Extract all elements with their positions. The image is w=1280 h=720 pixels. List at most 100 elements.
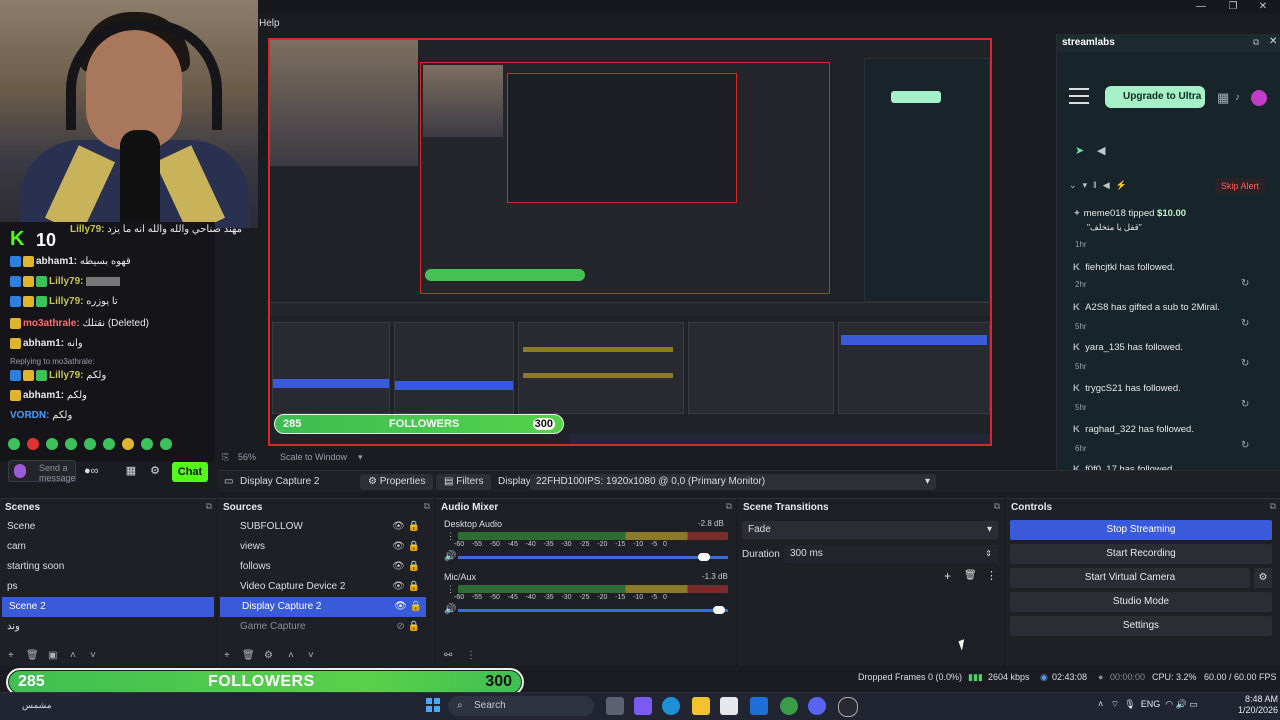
emote-row[interactable] [8,438,179,452]
source-item[interactable]: views 👁 🔒 [218,537,424,557]
filter-icon[interactable]: ▣ [48,650,57,661]
source-toolbar: ▭ Display Capture 2 ⚙ Properties ▤ Filte… [218,470,1280,492]
source-item-selected[interactable]: Display Capture 2 👁 🔒 [220,597,426,617]
chevron-down-icon: ▾ [986,524,992,535]
apps-grid-icon[interactable]: ▦ [1217,90,1229,106]
close-icon[interactable]: ✕ [1269,36,1277,47]
scene-item[interactable]: وند [0,617,212,637]
scene-item[interactable]: ps [0,577,212,597]
display-select[interactable]: 22FHD100IPS: 1920x1080 @ 0,0 (Primary Mo… [530,474,936,490]
battery-icon: ▭ [1189,699,1198,709]
menu-icon[interactable] [1069,88,1089,104]
volume-knob[interactable] [713,606,726,614]
emote-picker-icon[interactable] [14,464,26,478]
channel-menu-icon[interactable]: ⋮ [446,531,455,542]
close-icon[interactable]: ✕ [1248,0,1278,14]
volume-slider[interactable] [458,553,728,561]
menu-dots-icon[interactable]: ⋮ [986,569,997,582]
store-icon[interactable] [720,697,738,715]
trash-icon[interactable]: 🗑 [242,650,255,661]
outlook-icon[interactable] [750,697,768,715]
start-virtual-camera-button[interactable]: Start Virtual Camera [1010,568,1250,588]
windows-start-icon[interactable] [426,698,440,712]
popout-icon[interactable]: ⧉ [1253,37,1259,48]
scene-item[interactable]: starting soon [0,557,212,577]
source-item[interactable]: Game Capture ⊘ 🔒 [218,617,424,637]
scene-item[interactable]: cam [0,537,212,557]
users-icon[interactable]: ●∞ [84,464,99,478]
gear-icon[interactable]: ⚙ [148,464,162,478]
scene-item[interactable]: Scene [0,517,212,537]
replay-icon[interactable]: ↻ [1241,358,1249,369]
link-icon[interactable]: ⚯ [444,650,452,661]
scale-select[interactable]: Scale to Window [280,452,347,462]
zoom-icon[interactable]: ⎘ [222,452,229,463]
replay-icon[interactable]: ↻ [1241,440,1249,451]
add-icon[interactable]: + [944,569,951,583]
fps: 60.00 / 60.00 FPS [1204,672,1277,682]
chat-send-button[interactable]: Chat [172,462,208,482]
file-explorer-icon[interactable] [692,697,710,715]
system-tray[interactable]: ˄ ⌔ 🎙 ENG ◠ 🔊 ▭ [1098,699,1198,710]
obs-preview[interactable]: 285 FOLLOWERS 300 [268,38,992,446]
duration-input[interactable]: 300 ms ⇕ [784,545,998,563]
move-up-icon[interactable]: ˄ [288,650,294,661]
channel-menu-icon[interactable]: ⋮ [446,584,455,595]
speaker-icon[interactable]: 🔊 [444,551,456,562]
restore-icon[interactable]: ❐ [1218,0,1248,14]
trash-icon[interactable]: 🗑 [26,650,39,661]
weather-widget[interactable]: مشمس [22,700,52,711]
speaker-icon[interactable]: 🔊 [444,604,456,615]
dock-undock-icon[interactable]: ⧉ [1270,501,1276,512]
nested-taskbar [570,434,990,444]
move-down-icon[interactable]: ˅ [308,650,314,661]
edge-icon[interactable] [662,697,680,715]
chrome-icon[interactable] [780,697,798,715]
send-icon[interactable]: ➤ [1075,144,1084,157]
add-icon[interactable]: + [8,650,14,661]
transition-select[interactable]: Fade ▾ [742,521,998,539]
task-view-icon[interactable] [606,697,624,715]
scene-item-selected[interactable]: Scene 2 [2,597,214,617]
add-icon[interactable]: + [224,650,230,661]
replay-icon[interactable]: ↻ [1241,399,1249,410]
copilot-icon[interactable] [634,697,652,715]
chevron-down-icon[interactable]: ▾ [358,452,363,463]
menu-dots-icon[interactable]: ⋮ [466,650,476,661]
upgrade-ultra-button[interactable]: Upgrade to Ultra [1105,86,1205,108]
stop-streaming-button[interactable]: Stop Streaming [1010,520,1272,540]
studio-mode-button[interactable]: Studio Mode [1010,592,1272,612]
move-down-icon[interactable]: ˅ [90,650,96,661]
bell-icon[interactable]: ♪ [1235,92,1240,103]
source-item[interactable]: follows 👁 🔒 [218,557,424,577]
gear-icon[interactable]: ⚙ [264,650,273,661]
discord-icon[interactable] [808,697,826,715]
properties-button[interactable]: ⚙ Properties [360,474,434,490]
filters-button[interactable]: ▤ Filters [436,474,492,490]
help-menu[interactable]: Help [259,18,280,29]
dock-undock-icon[interactable]: ⧉ [424,501,430,512]
replay-icon[interactable]: ↻ [1241,278,1249,289]
replay-icon[interactable]: ↻ [1241,318,1249,329]
start-recording-button[interactable]: Start Recording [1010,544,1272,564]
minimize-icon[interactable]: — [1186,0,1216,14]
taskbar-search[interactable]: ⌕ Search [448,696,594,716]
taskbar-clock[interactable]: 8:48 AM 1/20/2026 [1222,694,1278,716]
source-item[interactable]: SUBFOLLOW 👁 🔒 [218,517,424,537]
source-item[interactable]: Video Capture Device 2 👁 🔒 [218,577,424,597]
obs-icon[interactable] [838,697,858,717]
dock-undock-icon[interactable]: ⧉ [726,501,732,512]
volume-knob[interactable] [697,553,710,561]
trash-icon[interactable]: 🗑 [964,570,977,581]
move-up-icon[interactable]: ˄ [70,650,76,661]
dock-undock-icon[interactable]: ⧉ [206,501,212,512]
volume-slider[interactable] [458,606,728,614]
megaphone-icon[interactable]: ◀ [1097,144,1105,157]
avatar[interactable] [1251,90,1267,106]
dock-undock-icon[interactable]: ⧉ [994,501,1000,512]
settings-button[interactable]: Settings [1010,616,1272,636]
gear-icon[interactable]: ⚙ [1254,568,1272,588]
skip-alert-button[interactable]: Skip Alert [1215,178,1265,194]
store-icon[interactable]: ▦ [124,464,138,478]
alert-controls-icons[interactable]: ⌄▾‖◀⚡ [1069,180,1133,191]
